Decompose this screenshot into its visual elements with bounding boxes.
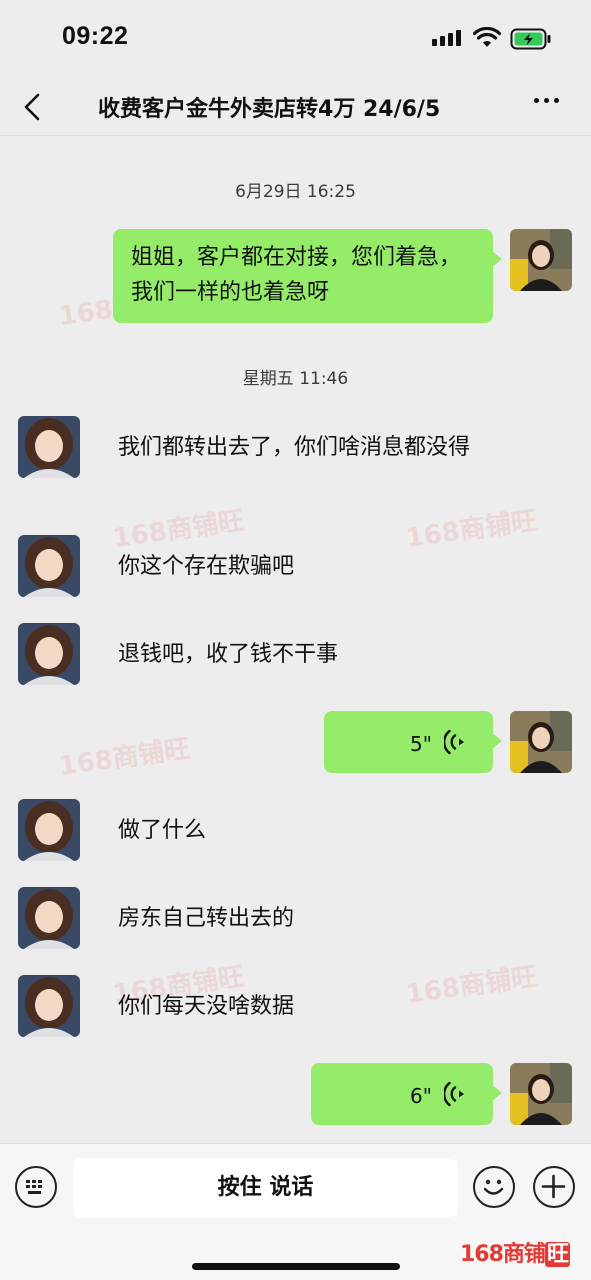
incoming-message[interactable]: 房东自己转出去的: [118, 902, 294, 936]
battery-icon: [510, 28, 551, 50]
brand-logo-mark: 旺: [544, 1242, 570, 1267]
my-avatar[interactable]: [510, 1063, 572, 1125]
plus-icon[interactable]: [533, 1166, 575, 1208]
emoji-icon[interactable]: [473, 1166, 515, 1208]
contact-avatar[interactable]: [18, 799, 80, 861]
watermark: 168商铺旺: [56, 733, 193, 783]
my-avatar[interactable]: [510, 711, 572, 773]
chat-area[interactable]: 168商铺旺 168商铺旺 168商铺旺 168商铺旺 168商铺旺 168商铺…: [0, 137, 591, 1143]
wifi-icon: [473, 27, 501, 47]
brand-logo-text: 168商铺: [460, 1242, 546, 1267]
watermark: 168商铺旺: [403, 961, 540, 1011]
incoming-message[interactable]: 你们每天没啥数据: [118, 990, 294, 1024]
voice-icon: [444, 1081, 464, 1107]
incoming-message[interactable]: 我们都转出去了，你们啥消息都没得: [118, 431, 508, 465]
message-timestamp: 星期五 11:46: [242, 369, 349, 389]
voice-duration: 6": [410, 1084, 432, 1108]
more-icon[interactable]: [534, 98, 559, 103]
home-indicator: [192, 1263, 400, 1270]
voice-message[interactable]: 5": [324, 711, 502, 773]
keyboard-icon[interactable]: [15, 1166, 57, 1208]
back-icon[interactable]: [20, 92, 44, 122]
contact-avatar[interactable]: [18, 416, 80, 478]
outgoing-message[interactable]: 姐姐，客户都在对接，您们着急，我们一样的也着急呀: [113, 229, 502, 323]
incoming-message[interactable]: 退钱吧，收了钱不干事: [118, 638, 338, 672]
nav-bar: 收费客户金牛外卖店转4万 24/6/5: [0, 78, 591, 136]
chat-title: 收费客户金牛外卖店转4万 24/6/5: [98, 97, 441, 122]
signal-icon: [432, 30, 461, 46]
my-avatar[interactable]: [510, 229, 572, 291]
watermark: 168商铺旺: [403, 505, 540, 555]
contact-avatar[interactable]: [18, 887, 80, 949]
voice-message[interactable]: 6": [311, 1063, 502, 1125]
contact-avatar[interactable]: [18, 623, 80, 685]
status-bar: 09:22: [0, 0, 591, 78]
input-bar: 按住 说话 168商铺旺: [0, 1143, 591, 1280]
contact-avatar[interactable]: [18, 535, 80, 597]
message-text: 姐姐，客户都在对接，您们着急，我们一样的也着急呀: [131, 245, 462, 305]
watermark: 168商铺旺: [110, 505, 247, 555]
incoming-message[interactable]: 做了什么: [118, 814, 206, 848]
incoming-message[interactable]: 你这个存在欺骗吧: [118, 550, 294, 584]
voice-duration: 5": [410, 732, 432, 756]
contact-avatar[interactable]: [18, 975, 80, 1037]
voice-icon: [444, 729, 464, 755]
brand-logo: 168商铺旺: [460, 1236, 570, 1268]
hold-to-talk-button[interactable]: 按住 说话: [73, 1158, 458, 1218]
message-timestamp: 6月29日 16:25: [235, 182, 356, 202]
status-time: 09:22: [62, 22, 129, 50]
